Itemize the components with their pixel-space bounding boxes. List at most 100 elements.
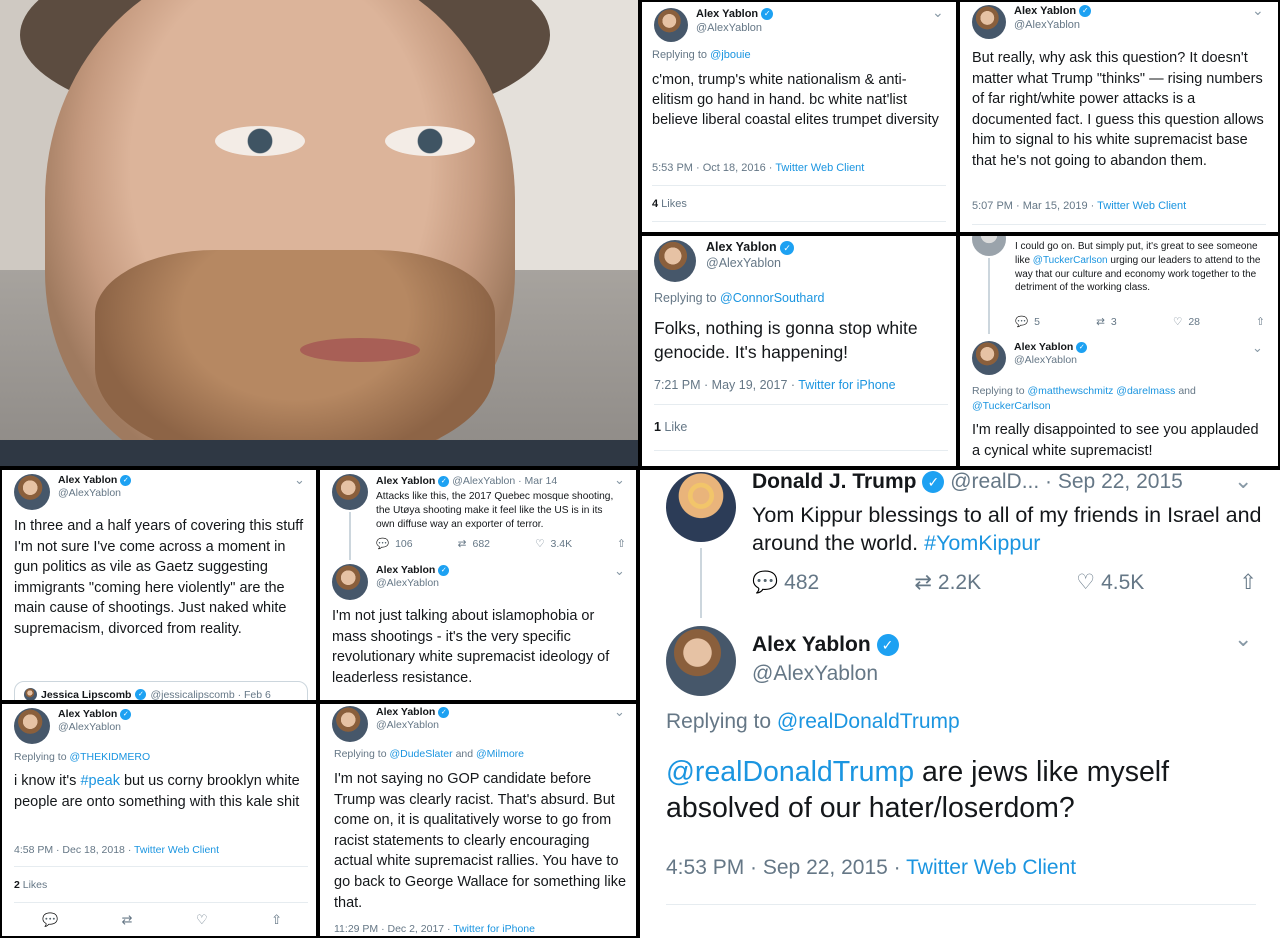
retweet-button[interactable]: ⇄ 682 [458, 537, 490, 550]
avatar[interactable] [666, 626, 736, 696]
author-handle[interactable]: @AlexYablon [1014, 354, 1087, 367]
author-name[interactable]: Alex Yablon [696, 8, 758, 20]
hashtag-link[interactable]: #YomKippur [924, 531, 1040, 555]
tweet-timestamp: 5:53 PM · Oct 18, 2016 · Twitter Web Cli… [652, 162, 865, 174]
client-link[interactable]: Twitter Web Client [1097, 200, 1186, 212]
reply-button[interactable]: 💬 [42, 912, 58, 928]
author-handle-date[interactable]: @AlexYablon · Mar 14 [452, 475, 557, 487]
reply-button[interactable]: 💬 106 [376, 537, 413, 551]
mention-link[interactable]: @TuckerCarlson [1033, 255, 1108, 266]
like-button[interactable]: ♡ 3.4K [535, 537, 572, 550]
like-icon: ♡ [1076, 571, 1096, 594]
hashtag-link[interactable]: #peak [80, 773, 120, 789]
author-handle[interactable]: @AlexYablon [706, 256, 794, 272]
mention-link[interactable]: @realDonaldTrump [666, 756, 914, 788]
replying-to-link[interactable]: @DudeSlater [389, 748, 452, 760]
author-handle[interactable]: @AlexYablon [58, 487, 131, 500]
author-handle[interactable]: @AlexYablon [696, 22, 773, 36]
chevron-down-icon[interactable]: ⌄ [1252, 2, 1264, 19]
replying-to: Replying to @matthewschmitz @darelmass a… [972, 385, 1196, 412]
avatar[interactable] [972, 341, 1006, 375]
avatar[interactable] [332, 706, 368, 742]
author-handle[interactable]: @AlexYablon [376, 577, 449, 590]
avatar[interactable] [14, 474, 50, 510]
share-button[interactable]: ⇧ [271, 912, 282, 928]
reply-button[interactable]: 💬 482 [752, 570, 819, 595]
reply-button[interactable]: 💬 5 [1015, 315, 1040, 329]
retweet-button[interactable]: ⇄ [122, 912, 133, 928]
parent-avatar[interactable] [332, 474, 368, 510]
tweet-text: I'm really disappointed to see you appla… [972, 422, 1259, 459]
retweet-button[interactable]: ⇄ 2.2K [914, 570, 981, 595]
chevron-down-icon[interactable]: ⌄ [294, 472, 305, 488]
photo-right-eye [385, 126, 475, 156]
like-count[interactable]: 4 Likes [652, 198, 687, 210]
quoted-tweet[interactable]: Jessica Lipscomb ✓ @jessicalipscomb · Fe… [14, 681, 308, 700]
author-name[interactable]: Alex Yablon [58, 708, 117, 720]
retweet-button[interactable]: ⇄ 3 [1096, 315, 1117, 328]
photo-mouth [300, 338, 420, 362]
replying-to-link[interactable]: @jbouie [710, 49, 751, 61]
verified-icon: ✓ [1076, 341, 1088, 353]
author-name[interactable]: Alex Yablon [706, 240, 777, 254]
author-name[interactable]: Alex Yablon [376, 564, 435, 576]
replying-to-link[interactable]: @realDonaldTrump [777, 710, 960, 733]
tweet-timestamp: 4:53 PM · Sep 22, 2015 · Twitter Web Cli… [666, 856, 1077, 879]
share-button[interactable]: ⇧ [617, 537, 626, 550]
avatar[interactable] [654, 240, 696, 282]
share-icon: ⇧ [1239, 571, 1257, 594]
chevron-down-icon[interactable]: ⌄ [614, 704, 625, 720]
chevron-down-icon[interactable]: ⌄ [932, 4, 944, 21]
action-bar: 💬 ⇄ ♡ ⇧ [42, 912, 282, 928]
author-name[interactable]: Alex Yablon [376, 706, 435, 718]
author-name[interactable]: Alex Yablon [1014, 341, 1073, 353]
avatar[interactable] [14, 708, 50, 744]
avatar[interactable] [972, 5, 1006, 39]
like-icon: ♡ [1172, 315, 1183, 328]
replying-to-link-2[interactable]: @Milmore [476, 748, 524, 760]
chevron-down-icon[interactable]: ⌄ [614, 563, 625, 579]
trump-tweet-text: Yom Kippur blessings to all of my friend… [752, 503, 1262, 555]
tweet-panel-2: Alex Yablon ✓ @AlexYablon ⌄ But really, … [960, 2, 1278, 232]
chevron-down-icon[interactable]: ⌄ [1234, 470, 1252, 494]
author-handle[interactable]: @AlexYablon [752, 659, 899, 688]
author-name[interactable]: Alex Yablon [58, 474, 117, 486]
parent-avatar[interactable] [972, 236, 1006, 256]
like-button[interactable]: ♡ 4.5K [1076, 570, 1144, 595]
like-button[interactable]: ♡ 28 [1173, 315, 1200, 328]
replying-to-link[interactable]: @ConnorSouthard [720, 291, 824, 305]
chevron-down-icon[interactable]: ⌄ [1234, 626, 1252, 652]
like-count[interactable]: 1 Like [654, 420, 687, 434]
author-name[interactable]: Alex Yablon [1014, 5, 1076, 17]
avatar[interactable] [332, 564, 368, 600]
trump-handle-date[interactable]: @realD... · Sep 22, 2015 [950, 470, 1183, 493]
reply-icon: 💬 [376, 538, 390, 550]
replying-to-link[interactable]: @matthewschmitz @darelmass [1027, 385, 1175, 397]
client-link[interactable]: Twitter for iPhone [453, 923, 535, 935]
author-name[interactable]: Alex Yablon [376, 475, 435, 487]
author-name[interactable]: Alex Yablon [752, 633, 871, 656]
author-handle[interactable]: @AlexYablon [58, 721, 131, 734]
quoted-author-handle: @jessicalipscomb · Feb 6 [150, 688, 271, 701]
client-link[interactable]: Twitter for iPhone [798, 378, 895, 392]
replying-to: Replying to @jbouie [652, 49, 751, 61]
trump-name[interactable]: Donald J. Trump [752, 470, 917, 493]
avatar[interactable] [654, 8, 688, 42]
author-handle[interactable]: @AlexYablon [1014, 19, 1091, 33]
replying-to-link[interactable]: @THEKIDMERO [69, 751, 150, 763]
share-button[interactable]: ⇧ [1239, 570, 1257, 595]
client-link[interactable]: Twitter Web Client [134, 844, 219, 856]
chevron-down-icon[interactable]: ⌄ [1252, 340, 1263, 356]
client-link[interactable]: Twitter Web Client [906, 856, 1076, 879]
trump-avatar[interactable] [666, 472, 736, 542]
replying-to-link-2[interactable]: @TuckerCarlson [972, 400, 1051, 412]
thread-line [349, 512, 351, 560]
client-link[interactable]: Twitter Web Client [775, 162, 864, 174]
chevron-down-icon[interactable]: ⌄ [614, 472, 625, 488]
share-button[interactable]: ⇧ [1256, 315, 1265, 328]
tweet-timestamp: 5:07 PM · Mar 15, 2019 · Twitter Web Cli… [972, 200, 1187, 212]
author-handle[interactable]: @AlexYablon [376, 719, 449, 732]
like-count[interactable]: 2 Likes [14, 879, 47, 891]
like-button[interactable]: ♡ [196, 912, 208, 928]
replying-to: Replying to @realDonaldTrump [666, 710, 960, 733]
